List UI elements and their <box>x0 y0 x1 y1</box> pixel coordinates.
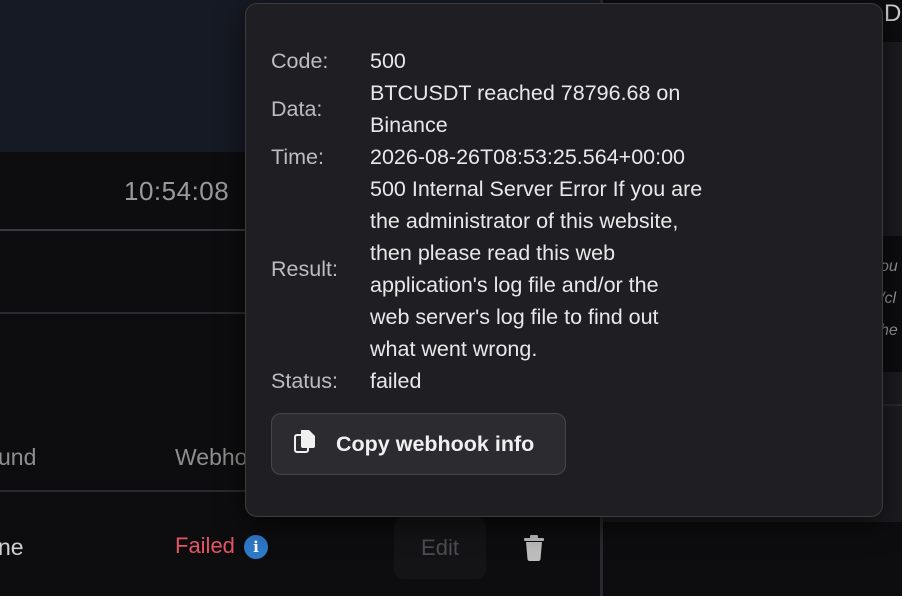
column-header-round: und <box>0 444 37 470</box>
time-display: 10:54:08 <box>124 176 230 206</box>
info-icon[interactable]: i <box>244 535 268 559</box>
status-label: Status: <box>271 369 338 393</box>
webhook-status: Failed <box>175 533 235 558</box>
edit-button[interactable]: Edit <box>394 517 486 579</box>
right-header-fragment: D <box>884 0 902 27</box>
status-value: failed <box>370 369 422 393</box>
result-value-line: 500 Internal Server Error If you are <box>370 177 703 201</box>
data-value-line: Binance <box>370 113 448 137</box>
result-value-line: application's log file and/or the <box>370 273 659 297</box>
webhook-info-popover: Code: 500 Data: BTCUSDT reached 78796.68… <box>245 3 883 517</box>
result-value-line: the administrator of this website, <box>370 209 679 233</box>
result-value-line: then please read this web <box>370 241 616 265</box>
code-label: Code: <box>271 49 329 73</box>
code-value: 500 <box>370 49 406 73</box>
copy-webhook-info-button[interactable]: Copy webhook info <box>271 413 566 475</box>
column-header-webhook: Webho <box>175 444 248 470</box>
result-label: Result: <box>271 257 338 281</box>
result-value-line: web server's log file to find out <box>370 305 659 329</box>
copy-button-label: Copy webhook info <box>336 431 535 456</box>
time-value: 2026-08-26T08:53:25.564+00:00 <box>370 145 686 169</box>
data-value-line: BTCUSDT reached 78796.68 on <box>370 81 681 105</box>
time-label: Time: <box>271 145 324 169</box>
row-name: ne <box>0 534 24 560</box>
copy-icon <box>294 429 316 459</box>
result-value-line: what went wrong. <box>370 337 538 361</box>
data-label: Data: <box>271 97 323 121</box>
trash-icon[interactable] <box>522 535 546 566</box>
